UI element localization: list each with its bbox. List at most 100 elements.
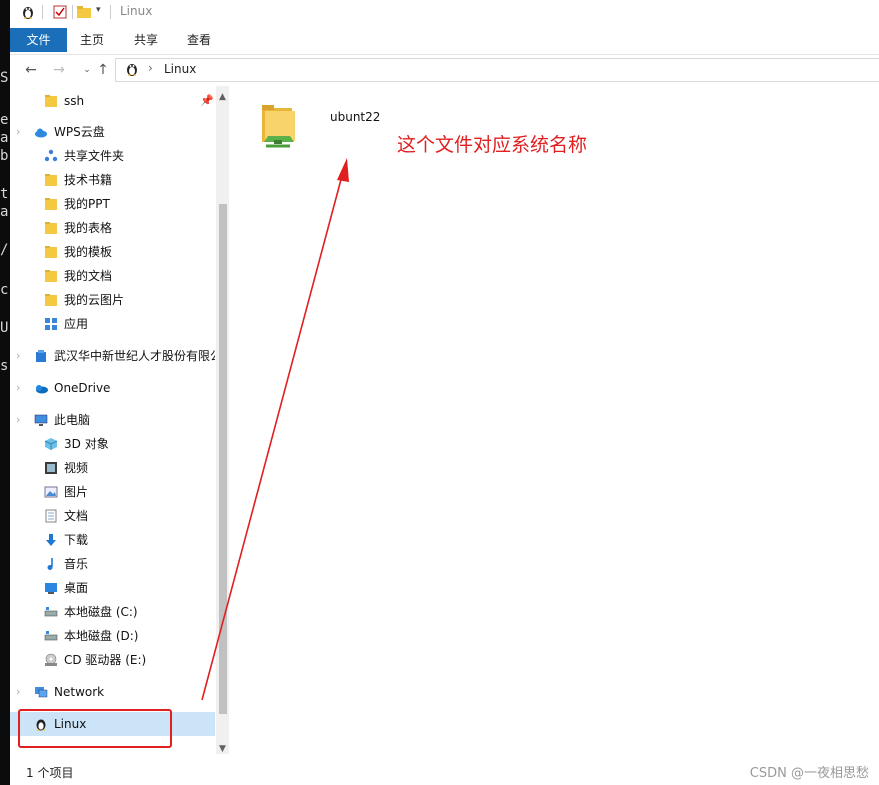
cd-icon: [45, 653, 57, 666]
sidebar-item-18[interactable]: 音乐: [10, 552, 215, 576]
tab-view[interactable]: 查看: [175, 28, 223, 52]
sidebar-item-22[interactable]: CD 驱动器 (E:): [10, 648, 215, 672]
annotation-highlight-box: [18, 709, 172, 748]
file-item-ubunt22[interactable]: ubunt22: [254, 92, 380, 162]
video-icon: [45, 462, 57, 474]
sidebar-item-label: 我的PPT: [64, 197, 110, 211]
sidebar-item-1[interactable]: › WPS云盘: [10, 120, 215, 144]
sidebar-item-label: Network: [54, 685, 105, 699]
scroll-up-button[interactable]: ▲: [216, 90, 229, 104]
download-icon: [46, 534, 56, 546]
title-bar: ▾ Linux: [10, 0, 879, 26]
forward-button[interactable]: →: [50, 61, 68, 79]
sidebar-item-label: 技术书籍: [64, 173, 113, 187]
drive-icon: [44, 607, 58, 617]
folder-icon: [45, 198, 57, 210]
file-list-pane: ubunt22 这个文件对应系统名称: [230, 86, 879, 754]
sidebar-item-3[interactable]: 技术书籍: [10, 168, 215, 192]
sidebar-item-label: OneDrive: [54, 381, 111, 395]
sidebar-item-label: 此电脑: [54, 413, 91, 427]
folder-icon: [45, 294, 57, 306]
terminal-glyph: e: [0, 112, 9, 128]
sidebar-item-label: 我的模板: [64, 245, 113, 259]
item-count: 1 个项目: [26, 766, 74, 780]
terminal-glyph: t: [0, 186, 9, 202]
expand-chevron-icon[interactable]: ›: [16, 408, 20, 432]
sidebar-item-14[interactable]: 视频: [10, 456, 215, 480]
sidebar-item-label: 我的表格: [64, 221, 113, 235]
tab-file[interactable]: 文件: [10, 28, 67, 52]
sidebar-item-label: 音乐: [64, 557, 89, 571]
sidebar-item-label: 共享文件夹: [64, 149, 125, 163]
sidebar-item-4[interactable]: 我的PPT: [10, 192, 215, 216]
expand-chevron-icon[interactable]: ›: [16, 344, 20, 368]
quick-access-dropdown-icon[interactable]: ▾: [96, 5, 101, 15]
sidebar-item-19[interactable]: 桌面: [10, 576, 215, 600]
sidebar-item-17[interactable]: 下载: [10, 528, 215, 552]
linux-icon: [23, 7, 33, 19]
sidebar-item-label: 下载: [64, 533, 89, 547]
sidebar-item-label: 本地磁盘 (D:): [64, 629, 139, 643]
terminal-strip: S e a b t a / c U s: [0, 0, 10, 785]
sidebar-item-label: 图片: [64, 485, 89, 499]
sidebar-item-16[interactable]: 文档: [10, 504, 215, 528]
breadcrumb-linux[interactable]: Linux: [164, 62, 196, 76]
network-icon: [35, 687, 48, 698]
network-folder-icon: [262, 105, 295, 148]
sidebar-scrollbar[interactable]: ▲ ▼: [216, 86, 229, 754]
back-button[interactable]: ←: [22, 61, 40, 79]
address-bar[interactable]: › Linux: [115, 58, 879, 82]
folder-icon: [45, 95, 57, 107]
sidebar-item-21[interactable]: 本地磁盘 (D:): [10, 624, 215, 648]
folder-icon: [45, 270, 57, 282]
sidebar-item-15[interactable]: 图片: [10, 480, 215, 504]
sidebar-item-0[interactable]: ssh 📌: [10, 89, 215, 113]
sidebar-item-2[interactable]: 共享文件夹: [10, 144, 215, 168]
file-name: ubunt22: [330, 110, 381, 124]
sidebar-item-label: 3D 对象: [64, 437, 109, 451]
expand-chevron-icon[interactable]: ›: [16, 376, 20, 400]
sidebar-item-20[interactable]: 本地磁盘 (C:): [10, 600, 215, 624]
ribbon: 文件 主页 共享 查看: [10, 26, 879, 55]
title-separator: [42, 5, 43, 19]
sidebar-item-6[interactable]: 我的模板: [10, 240, 215, 264]
tab-home[interactable]: 主页: [68, 28, 116, 52]
up-button[interactable]: ↑: [94, 61, 112, 79]
sidebar-item-label: CD 驱动器 (E:): [64, 653, 147, 667]
document-icon: [45, 509, 57, 523]
scroll-down-button[interactable]: ▼: [216, 742, 229, 756]
sidebar-item-9[interactable]: 应用: [10, 312, 215, 336]
sidebar-item-13[interactable]: 3D 对象: [10, 432, 215, 456]
folder-icon: [45, 174, 57, 186]
sidebar-item-11[interactable]: › OneDrive: [10, 376, 215, 400]
sidebar-item-label: 应用: [64, 317, 89, 331]
properties-icon[interactable]: [52, 4, 68, 20]
sidebar-item-12[interactable]: › 此电脑: [10, 408, 215, 432]
sidebar-item-23[interactable]: › Network: [10, 680, 215, 704]
music-icon: [47, 558, 53, 570]
expand-chevron-icon[interactable]: ›: [16, 120, 20, 144]
title-separator: [72, 5, 73, 19]
onedrive-icon: [36, 385, 48, 394]
desktop-icon: [45, 583, 57, 594]
sidebar-item-label: 我的云图片: [64, 293, 125, 307]
sidebar-item-10[interactable]: › 武汉华中新世纪人才股份有限公司: [10, 344, 215, 368]
cube-icon: [44, 438, 58, 450]
sidebar-item-label: 视频: [64, 461, 89, 475]
terminal-glyph: a: [0, 204, 9, 220]
folder-icon: [45, 246, 57, 258]
terminal-glyph: b: [0, 148, 9, 164]
tab-share[interactable]: 共享: [122, 28, 170, 52]
sidebar-item-7[interactable]: 我的文档: [10, 264, 215, 288]
breadcrumb-chevron-icon[interactable]: ›: [148, 61, 153, 75]
new-folder-icon[interactable]: [76, 4, 92, 20]
annotation-text: 这个文件对应系统名称: [397, 134, 588, 156]
scroll-thumb[interactable]: [219, 204, 227, 714]
sidebar-item-8[interactable]: 我的云图片: [10, 288, 215, 312]
sidebar-item-5[interactable]: 我的表格: [10, 216, 215, 240]
computer-icon: [34, 414, 48, 426]
drive-icon: [44, 631, 58, 641]
expand-chevron-icon[interactable]: ›: [16, 680, 20, 704]
sidebar-item-label: 武汉华中新世纪人才股份有限公司: [54, 349, 215, 363]
window-title: Linux: [120, 4, 153, 18]
